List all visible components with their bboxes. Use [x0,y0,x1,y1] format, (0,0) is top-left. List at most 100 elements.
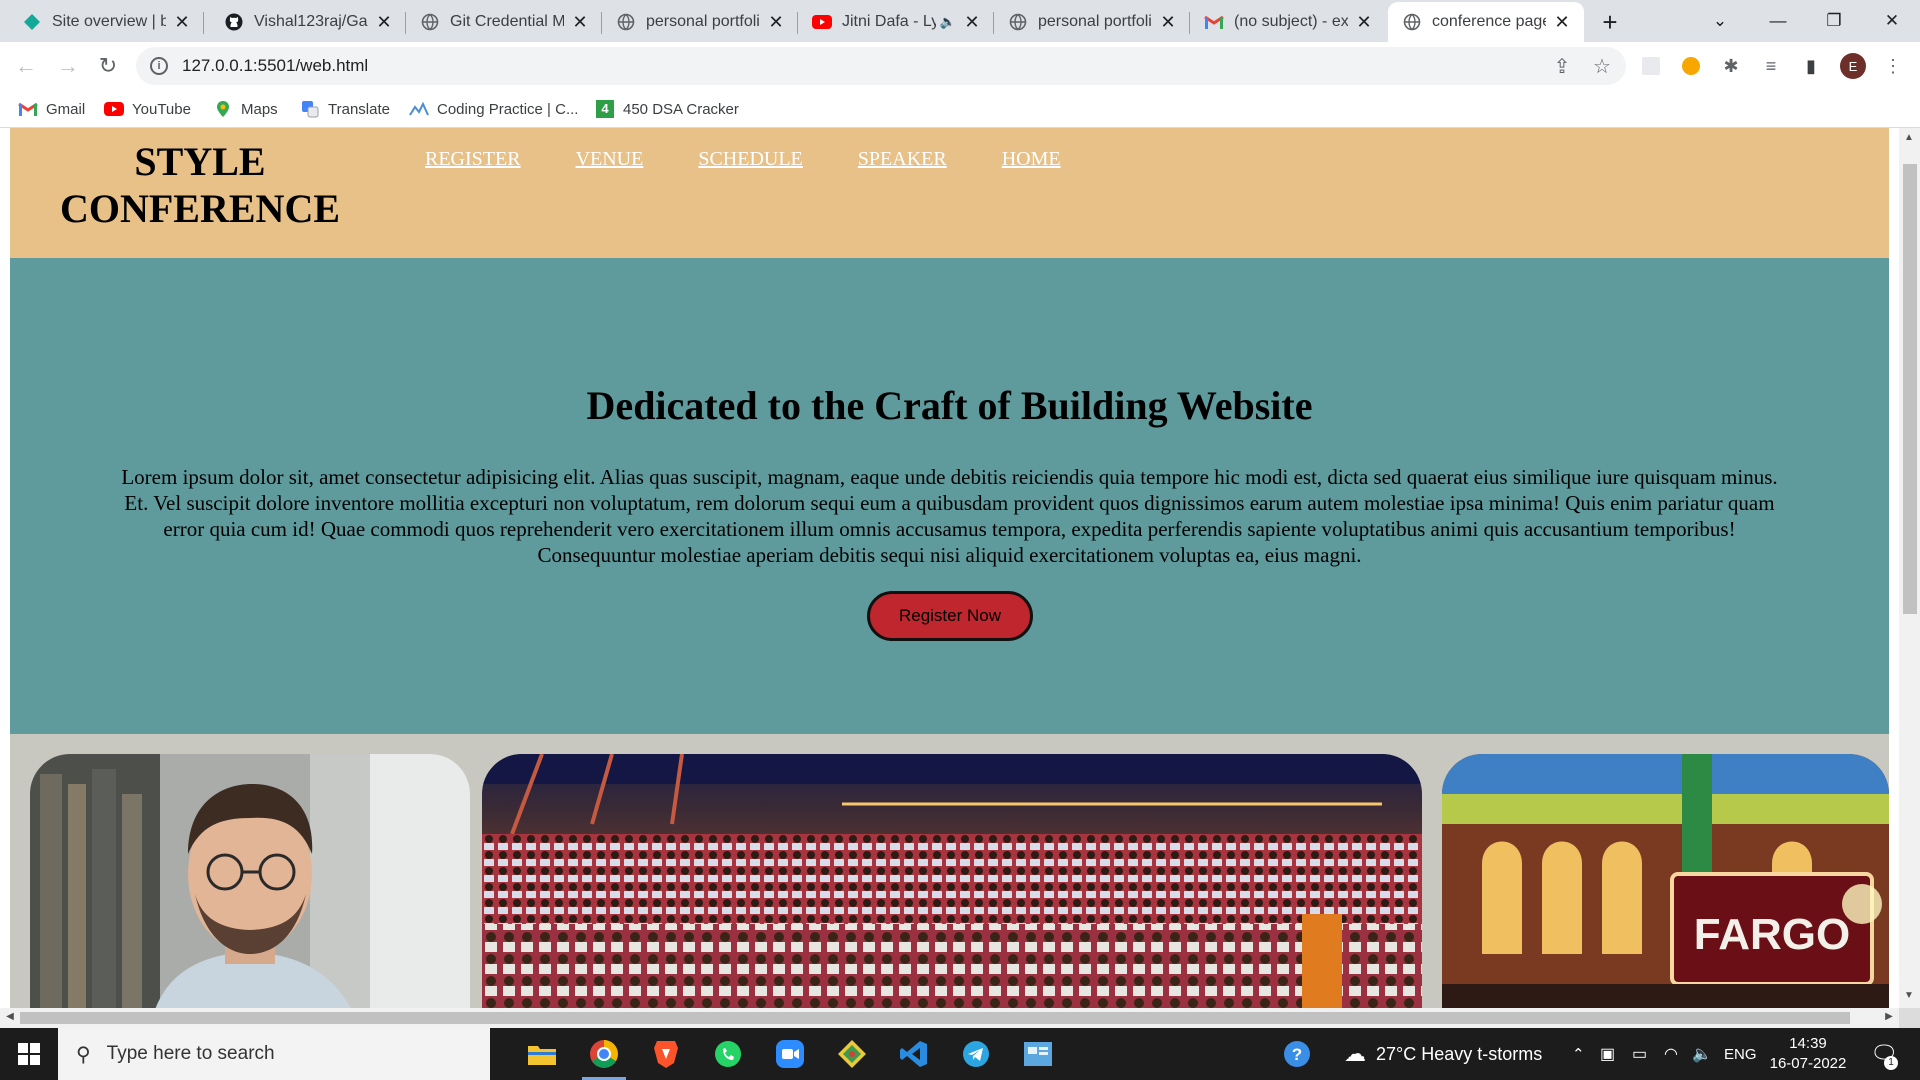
bookmark-youtube[interactable]: YouTube [104,96,191,122]
browser-toolbar: ← → ↻ i 127.0.0.1:5501/web.html ⇪ ☆ ✱ ≡ … [0,42,1920,90]
browser-tab[interactable]: Vishal123raj/Gam ✕ [210,2,406,42]
meet-now-icon[interactable]: ▣ [1600,1028,1615,1080]
register-now-button[interactable]: Register Now [867,591,1033,641]
restore-button[interactable]: ❐ [1804,0,1864,42]
vertical-scroll-thumb[interactable] [1903,164,1917,614]
bookmark-label: YouTube [132,100,191,118]
tab-title: (no subject) - ext [1234,13,1348,30]
browser-tab[interactable]: personal portfolio ✕ [994,2,1190,42]
extensions-puzzle-icon[interactable]: ✱ [1718,53,1744,79]
tab-title: personal portfolio [1038,13,1152,30]
bookmark-gmail[interactable]: Gmail [18,96,85,122]
forward-button[interactable]: → [54,52,82,80]
browser-tab[interactable]: Jitni Dafa - Ly 🔈 ✕ [798,2,994,42]
wifi-icon[interactable]: ◠ [1664,1028,1678,1080]
bookmark-450-dsa[interactable]: 4 450 DSA Cracker [595,96,739,122]
vertical-scrollbar[interactable]: ▲ ▼ [1899,128,1920,1008]
taskbar-control-panel[interactable] [1010,1028,1066,1080]
globe-icon [420,12,440,32]
start-button[interactable] [0,1028,58,1080]
nav-link-speaker[interactable]: SPEAKER [858,148,947,171]
bookmark-star-icon[interactable]: ☆ [1588,52,1616,80]
close-tab-icon[interactable]: ✕ [172,12,192,32]
number-four-icon: 4 [595,100,615,118]
back-button[interactable]: ← [12,52,40,80]
media-control-icon[interactable]: ≡ [1758,53,1784,79]
browser-tab[interactable]: (no subject) - ext ✕ [1190,2,1386,42]
storm-cloud-icon: ☁ [1344,1041,1366,1066]
bookmark-translate[interactable]: Translate [300,96,390,122]
taskbar-chrome[interactable] [576,1028,632,1080]
horizontal-scroll-thumb[interactable] [20,1012,1850,1024]
url-text[interactable]: 127.0.0.1:5501/web.html [182,56,368,76]
gmail-icon [18,100,38,118]
horizontal-scrollbar[interactable]: ◀ ▶ [0,1008,1899,1028]
scroll-up-arrow-icon[interactable]: ▲ [1902,132,1916,146]
taskbar-file-explorer[interactable] [514,1028,570,1080]
address-bar[interactable]: i 127.0.0.1:5501/web.html [136,47,1626,85]
browser-tab[interactable]: Site overview | be ✕ [8,2,204,42]
taskbar-telegram[interactable] [948,1028,1004,1080]
auditorium-illustration [482,754,1422,1008]
weather-widget[interactable]: ☁ 27°C Heavy t-storms [1344,1028,1542,1080]
close-tab-icon[interactable]: ✕ [766,12,786,32]
tab-search-chevron-icon[interactable]: ⌄ [1690,0,1750,42]
nav-link-schedule[interactable]: SCHEDULE [698,148,802,171]
search-icon: ⚲ [76,1043,91,1066]
folder-icon [528,1046,556,1065]
browser-tab[interactable]: personal portfolio ✕ [602,2,798,42]
close-tab-icon[interactable]: ✕ [1158,12,1178,32]
scroll-left-arrow-icon[interactable]: ◀ [3,1011,17,1025]
close-tab-icon[interactable]: ✕ [1552,12,1572,32]
telegram-icon [963,1041,989,1067]
close-tab-icon[interactable]: ✕ [962,12,982,32]
taskbar-search-box[interactable]: ⚲ Type here to search [58,1028,490,1080]
browser-tab[interactable]: Git Credential Ma ✕ [406,2,602,42]
browser-tab-active[interactable]: conference page ✕ [1388,2,1584,42]
bookmark-coding-practice[interactable]: Coding Practice | C... [409,96,578,122]
scroll-down-arrow-icon[interactable]: ▼ [1902,990,1916,1004]
bookmark-label: Translate [328,100,390,118]
notifications-button[interactable]: 🗨 1 [1870,1028,1898,1080]
new-tab-button[interactable]: + [1596,7,1624,37]
nav-link-register[interactable]: REGISTER [425,148,521,171]
taskbar-brave[interactable] [638,1028,694,1080]
site-nav: REGISTER VENUE SCHEDULE SPEAKER HOME [425,148,1116,171]
extension-placeholder-icon[interactable] [1638,53,1664,79]
side-panel-icon[interactable]: ▮ [1798,53,1824,79]
diamond-icon [22,12,42,32]
weather-text: 27°C Heavy t-storms [1376,1043,1543,1064]
taskbar-whatsapp[interactable] [700,1028,756,1080]
nav-link-venue[interactable]: VENUE [576,148,644,171]
globe-icon [1402,12,1422,32]
taskbar-git-app[interactable] [824,1028,880,1080]
site-logo: STYLE CONFERENCE [50,138,350,232]
close-tab-icon[interactable]: ✕ [570,12,590,32]
minimize-button[interactable]: — [1748,0,1808,42]
close-tab-icon[interactable]: ✕ [1354,12,1374,32]
svg-text:?: ? [1292,1045,1302,1064]
taskbar-zoom[interactable] [762,1028,818,1080]
gmail-icon [1204,12,1224,32]
help-tray-icon[interactable]: ? [1282,1028,1312,1080]
reload-button[interactable]: ↻ [94,52,122,80]
close-window-button[interactable]: ✕ [1862,0,1920,42]
scroll-right-arrow-icon[interactable]: ▶ [1882,1011,1896,1025]
youtube-icon [812,12,832,32]
share-icon[interactable]: ⇪ [1548,52,1576,80]
language-indicator[interactable]: ENG [1724,1028,1757,1080]
audio-playing-icon[interactable]: 🔈 [940,14,956,30]
menu-kebab-icon[interactable]: ⋮ [1880,53,1906,79]
nav-link-home[interactable]: HOME [1002,148,1061,171]
taskbar-clock[interactable]: 14:39 16-07-2022 [1760,1034,1856,1074]
github-icon [224,12,244,32]
honey-extension-icon[interactable] [1678,53,1704,79]
volume-icon[interactable]: 🔈 [1692,1028,1712,1080]
close-tab-icon[interactable]: ✕ [374,12,394,32]
site-info-icon[interactable]: i [150,57,168,75]
taskbar-vscode[interactable] [886,1028,942,1080]
show-hidden-icons-chevron-icon[interactable]: ⌃ [1572,1028,1585,1080]
profile-avatar[interactable]: E [1840,53,1866,79]
battery-icon[interactable]: ▭ [1632,1028,1647,1080]
bookmark-maps[interactable]: Maps [213,96,278,122]
